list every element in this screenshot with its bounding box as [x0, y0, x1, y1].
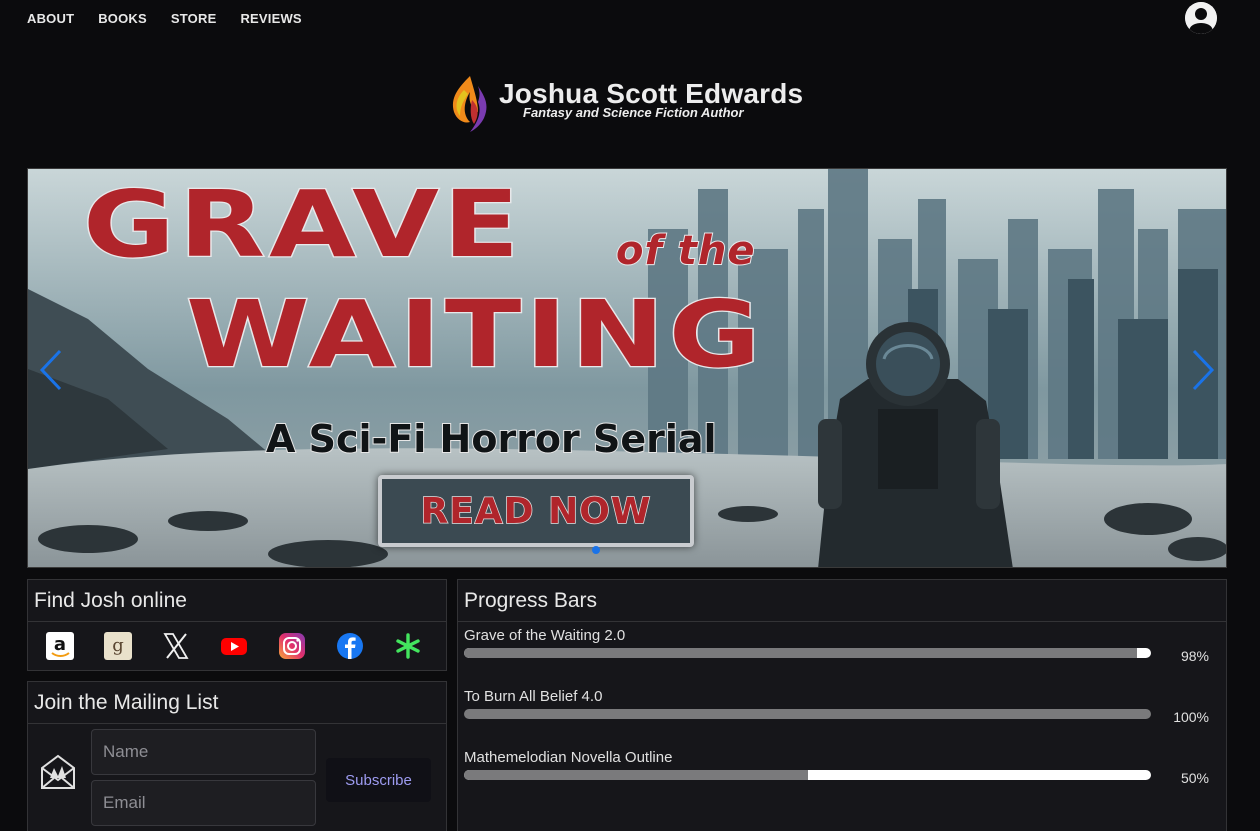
progress-percent: 100% — [1173, 709, 1209, 725]
progress-bar-fill — [464, 770, 808, 780]
progress-panel: Progress Bars Grave of the Waiting 2.0 9… — [457, 579, 1227, 831]
banner-title-waiting: WAITING — [185, 281, 765, 389]
nav-link-books[interactable]: BOOKS — [98, 11, 147, 26]
mail-envelope-icon — [41, 754, 75, 789]
top-navigation: ABOUT BOOKS STORE REVIEWS — [0, 0, 1260, 38]
youtube-icon[interactable] — [220, 632, 248, 660]
progress-bar — [464, 709, 1151, 719]
email-field[interactable] — [91, 780, 316, 826]
site-logo[interactable]: Joshua Scott Edwards Fantasy and Science… — [448, 74, 808, 132]
subscribe-button[interactable]: Subscribe — [326, 758, 431, 802]
progress-bar-fill — [464, 709, 1151, 719]
progress-item-name: Mathemelodian Novella Outline — [464, 749, 673, 766]
amazon-icon[interactable]: a — [46, 632, 74, 660]
progress-bar — [464, 770, 1151, 780]
progress-bar-fill — [464, 648, 1138, 658]
banner-title-grave: GRAVE — [81, 171, 524, 279]
progress-percent: 98% — [1180, 648, 1209, 664]
nav-links: ABOUT BOOKS STORE REVIEWS — [27, 11, 302, 26]
name-field[interactable] — [91, 729, 316, 775]
banner-subtitle: A Sci-Fi Horror Serial — [265, 416, 718, 462]
progress-item-name: To Burn All Belief 4.0 — [464, 688, 603, 705]
progress-percent: 50% — [1180, 770, 1209, 786]
social-links: a g — [46, 632, 422, 660]
author-tagline: Fantasy and Science Fiction Author — [523, 105, 744, 120]
nav-link-store[interactable]: STORE — [171, 11, 217, 26]
progress-bar — [464, 648, 1151, 658]
user-account-icon[interactable] — [1185, 2, 1217, 34]
svg-text:a: a — [54, 634, 66, 655]
carousel-indicator[interactable] — [592, 546, 600, 554]
mailing-list-title: Join the Mailing List — [28, 682, 446, 724]
x-icon[interactable] — [162, 632, 190, 660]
read-now-button[interactable]: READ NOW — [378, 475, 694, 547]
progress-item: Grave of the Waiting 2.0 98% — [464, 627, 1214, 664]
progress-item: To Burn All Belief 4.0 100% — [464, 688, 1214, 725]
read-now-label: READ NOW — [420, 490, 652, 533]
linktree-icon[interactable] — [394, 632, 422, 660]
flame-logo-icon — [452, 76, 487, 132]
progress-item: Mathemelodian Novella Outline 50% — [464, 749, 1214, 786]
goodreads-icon[interactable]: g — [104, 632, 132, 660]
nav-link-about[interactable]: ABOUT — [27, 11, 74, 26]
mailing-list-panel: Join the Mailing List Subscribe — [27, 681, 447, 831]
chevron-right-icon[interactable] — [1188, 347, 1218, 393]
nav-link-reviews[interactable]: REVIEWS — [240, 11, 301, 26]
find-online-title: Find Josh online — [28, 580, 446, 622]
chevron-left-icon[interactable] — [36, 347, 66, 393]
banner-title-connector: of the — [615, 228, 756, 274]
facebook-icon[interactable] — [336, 632, 364, 660]
svg-text:g: g — [112, 635, 124, 656]
progress-item-name: Grave of the Waiting 2.0 — [464, 627, 626, 644]
hero-carousel: GRAVE of the WAITING A Sci-Fi Horror Ser… — [27, 168, 1227, 568]
find-online-panel: Find Josh online a g — [27, 579, 447, 671]
instagram-icon[interactable] — [278, 632, 306, 660]
progress-title: Progress Bars — [458, 580, 1226, 622]
